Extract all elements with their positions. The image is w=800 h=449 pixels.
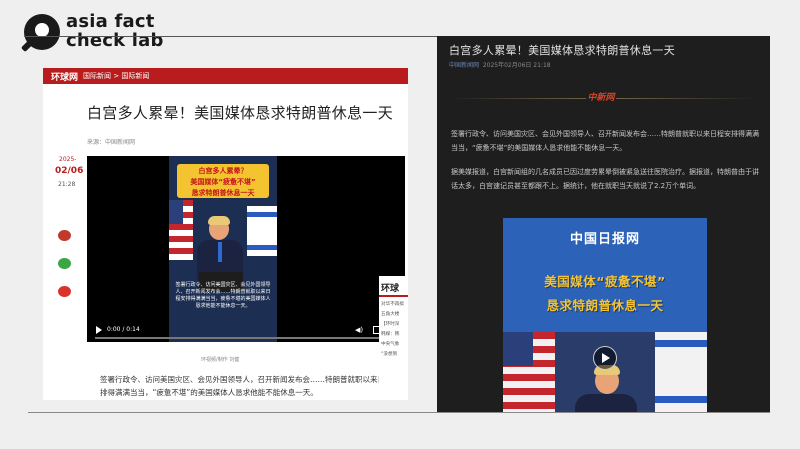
sidebar-link[interactable]: 对华不再搞: [381, 301, 408, 307]
comment-icon[interactable]: [58, 230, 71, 241]
article-source[interactable]: 中国新闻网: [449, 62, 479, 69]
chinanews-emblem: 中新网: [586, 86, 616, 110]
us-flag: [503, 332, 555, 412]
article-title: 白宫多人累晕！美国媒体恳求特朗普休息一天: [87, 104, 394, 122]
video-player[interactable]: 白宫多人累晕？ 美国媒体“疲惫不堪” 恳求特朗普休息一天 签署行政令、访问美国灾…: [87, 156, 405, 342]
date-time: 21:28: [58, 181, 76, 188]
video-time: 0:00 / 0:14: [107, 326, 140, 333]
article-meta: 中国新闻网 2025年02月06日 21:18: [449, 60, 551, 69]
video-controls: 0:00 / 0:14 ◀) ⋮: [87, 320, 405, 342]
video-subtitle: 签署行政令、访问美国灾区、会见外国领导人、召开新闻发布会……特朗普就职以来日程安…: [175, 282, 271, 309]
article-paragraph-1: 签署行政令、访问美国灾区、会见外国领导人、召开新闻发布会……特朗普就职以来日程安…: [451, 130, 759, 152]
sidebar-news: 环球 对华不再搞 五角大楼 【环时深 韩媒：韩 中央气象 “没想到: [379, 276, 408, 400]
video-frame: 白宫多人累晕？ 美国媒体“疲惫不堪” 恳求特朗普休息一天 签署行政令、访问美国灾…: [169, 156, 277, 342]
video-caption: 环视频/制作 刘健: [201, 357, 240, 363]
site-logo[interactable]: 环球网: [51, 70, 78, 83]
article-video-thumbnail[interactable]: 中国日报网 美国媒体“疲惫不堪” 恳求特朗普休息一天: [503, 218, 707, 412]
play-icon[interactable]: [96, 326, 102, 334]
magnifier-icon: [20, 14, 60, 53]
weibo-icon[interactable]: [58, 286, 71, 297]
chinadaily-logo: 中国日报网: [569, 232, 640, 247]
sidebar-link[interactable]: 韩媒：韩: [381, 331, 408, 337]
bottom-divider: [28, 412, 770, 413]
us-flag: [169, 200, 193, 260]
sidebar-link[interactable]: 中央气象: [381, 341, 408, 347]
brand-name: asia fact check lab: [66, 11, 164, 51]
sidebar-link[interactable]: “没想到: [381, 351, 408, 357]
israel-flag: [247, 206, 277, 256]
volume-icon[interactable]: ◀): [355, 326, 363, 334]
video-progress-bar[interactable]: [95, 337, 397, 339]
breadcrumb[interactable]: 国际新闻 > 国际新闻: [83, 71, 149, 81]
site-nav-bar: 环球网 国际新闻 > 国际新闻: [43, 68, 408, 84]
article-paragraph-2: 据美媒报道，白宫新闻组的几名成员已因过度劳累晕倒被紧急送往医院治疗。据报道，特朗…: [451, 168, 759, 190]
date-month-day: 02/06: [55, 166, 84, 176]
israel-flag: [655, 332, 707, 412]
left-article-screenshot: 环球网 国际新闻 > 国际新闻 白宫多人累晕！美国媒体恳求特朗普休息一天 来源：…: [43, 68, 408, 400]
article-paragraph: 签署行政令、访问美国灾区、会见外国领导人，召开新闻发布会……特朗普就职以来日程安…: [100, 375, 400, 397]
article-datetime: 2025年02月06日 21:18: [482, 62, 551, 69]
sidebar-heading: 环球: [379, 279, 408, 297]
sidebar-link[interactable]: 五角大楼: [381, 311, 408, 317]
article-title: 白宫多人累晕！美国媒体恳求特朗普休息一天: [449, 44, 675, 57]
sidebar-link[interactable]: 【环时深: [381, 321, 408, 327]
right-article-screenshot: 白宫多人累晕！美国媒体恳求特朗普休息一天 中国新闻网 2025年02月06日 2…: [437, 36, 770, 412]
date-year: 2025-: [59, 156, 77, 163]
play-icon[interactable]: [593, 346, 617, 370]
video-banner: 白宫多人累晕？ 美国媒体“疲惫不堪” 恳求特朗普休息一天: [177, 164, 269, 198]
speaker-figure: [575, 365, 637, 412]
article-source: 来源：中国新闻网: [87, 139, 136, 146]
wechat-icon[interactable]: [58, 258, 71, 269]
thumbnail-headline: 美国媒体“疲惫不堪” 恳求特朗普休息一天: [544, 274, 666, 313]
